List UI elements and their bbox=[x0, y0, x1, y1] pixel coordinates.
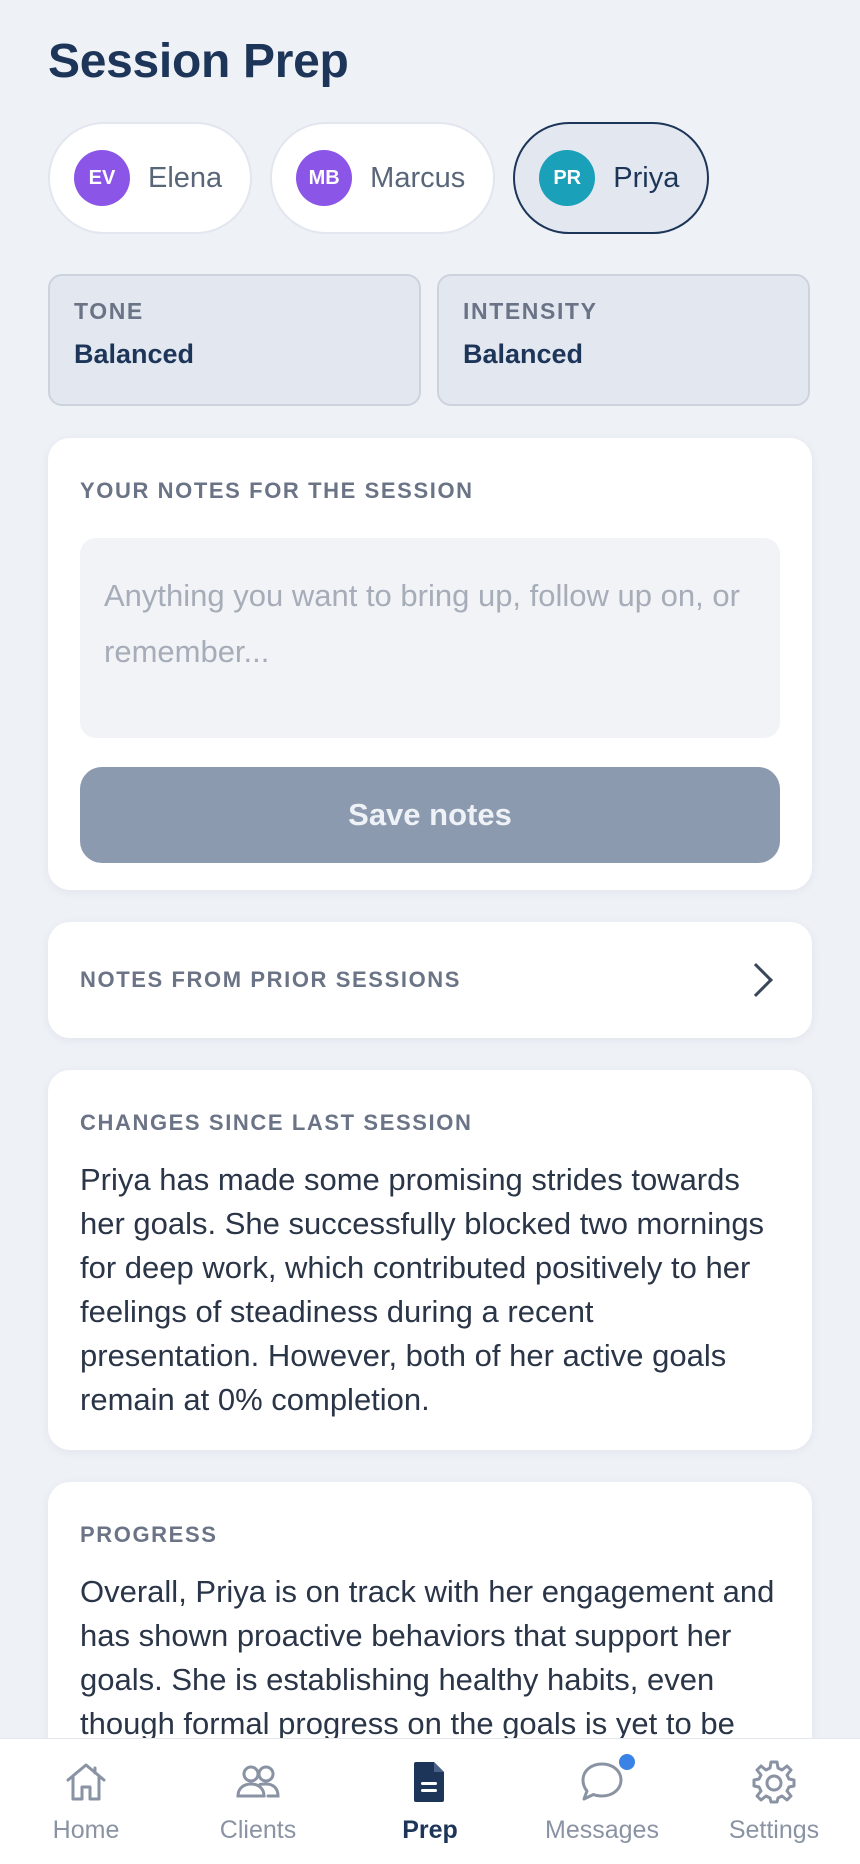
session-notes-input[interactable] bbox=[80, 538, 780, 738]
avatar: EV bbox=[74, 150, 130, 206]
client-chip-marcus[interactable]: MB Marcus bbox=[270, 122, 496, 234]
session-notes-heading: YOUR NOTES FOR THE SESSION bbox=[80, 478, 474, 503]
save-notes-button[interactable]: Save notes bbox=[80, 767, 780, 863]
client-name: Priya bbox=[613, 161, 680, 194]
document-icon bbox=[414, 1762, 444, 1802]
client-name: Marcus bbox=[370, 161, 466, 194]
client-chip-elena[interactable]: EV Elena bbox=[48, 122, 253, 234]
session-notes-card: YOUR NOTES FOR THE SESSION Save notes bbox=[48, 438, 812, 890]
client-selector: EV Elena MB Marcus PR Priya bbox=[48, 122, 710, 234]
tab-settings[interactable]: Settings bbox=[699, 1758, 849, 1845]
session-settings: TONE Balanced INTENSITY Balanced bbox=[48, 274, 810, 406]
tab-prep-label: Prep bbox=[402, 1816, 458, 1844]
gear-icon bbox=[752, 1760, 796, 1804]
tab-settings-label: Settings bbox=[728, 1816, 820, 1844]
prior-sessions-row[interactable]: NOTES FROM PRIOR SESSIONS bbox=[48, 922, 812, 1038]
unread-badge bbox=[617, 1752, 637, 1772]
tab-prep[interactable]: Prep bbox=[355, 1758, 505, 1845]
client-name: Elena bbox=[148, 161, 223, 194]
prior-sessions-label: NOTES FROM PRIOR SESSIONS bbox=[80, 967, 462, 992]
page-title: Session Prep bbox=[48, 35, 349, 88]
progress-text: Overall, Priya is on track with her enga… bbox=[80, 1574, 775, 1741]
avatar: PR bbox=[539, 150, 596, 206]
changes-heading: CHANGES SINCE LAST SESSION bbox=[80, 1110, 473, 1135]
home-icon bbox=[66, 1763, 106, 1801]
progress-heading: PROGRESS bbox=[80, 1522, 218, 1547]
bottom-tab-bar: Home Clients Prep Messages Settings bbox=[0, 1738, 860, 1864]
tab-home-label: Home bbox=[52, 1816, 120, 1844]
intensity-selector[interactable]: INTENSITY Balanced bbox=[437, 274, 810, 406]
intensity-label: INTENSITY bbox=[463, 298, 598, 324]
intensity-value: Balanced bbox=[463, 339, 584, 369]
clients-icon bbox=[236, 1765, 280, 1798]
tone-value: Balanced bbox=[74, 339, 195, 369]
changes-text: Priya has made some promising strides to… bbox=[80, 1162, 765, 1417]
tab-messages[interactable]: Messages bbox=[527, 1752, 677, 1845]
tab-messages-label: Messages bbox=[545, 1816, 659, 1844]
tab-clients-label: Clients bbox=[219, 1816, 297, 1844]
chevron-right-icon bbox=[739, 963, 773, 997]
tab-home[interactable]: Home bbox=[11, 1758, 161, 1845]
changes-card: CHANGES SINCE LAST SESSION Priya has mad… bbox=[48, 1070, 812, 1450]
client-chip-priya[interactable]: PR Priya bbox=[513, 122, 710, 234]
avatar: MB bbox=[296, 150, 353, 206]
tab-clients[interactable]: Clients bbox=[183, 1758, 333, 1845]
tone-label: TONE bbox=[74, 298, 144, 324]
tone-selector[interactable]: TONE Balanced bbox=[48, 274, 421, 406]
